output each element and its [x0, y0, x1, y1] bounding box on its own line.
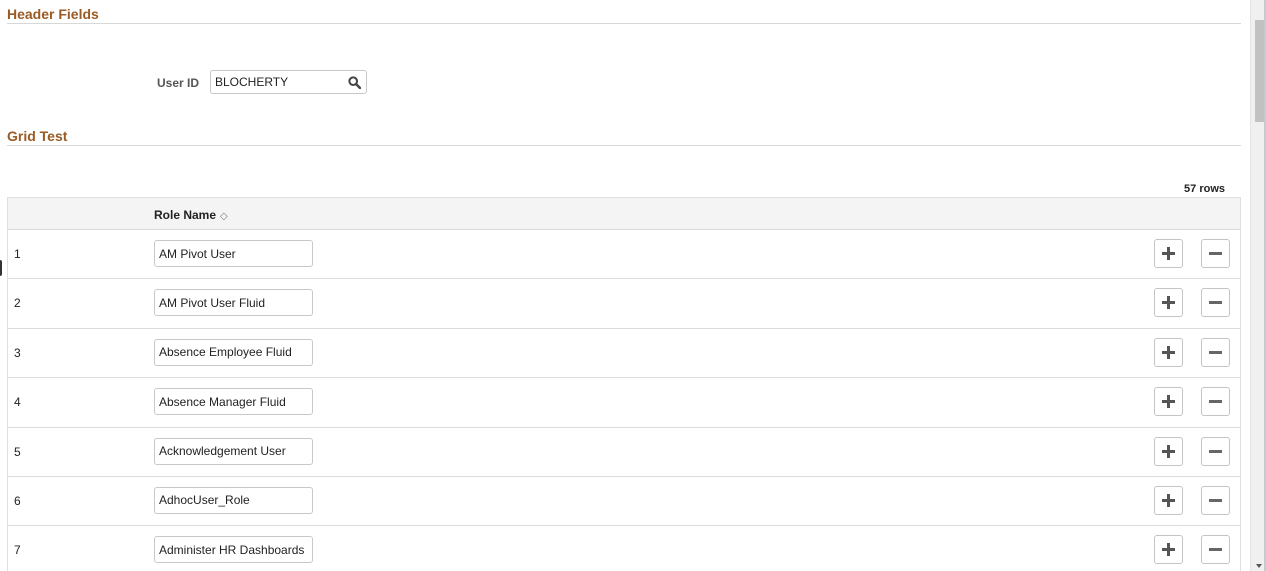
grid-header: Role Name ◇ — [8, 198, 1240, 230]
role-name-input[interactable] — [154, 388, 313, 416]
add-row-button[interactable] — [1154, 387, 1183, 417]
add-row-button[interactable] — [1154, 288, 1183, 318]
row-number: 1 — [14, 247, 21, 261]
section-divider — [7, 23, 1241, 24]
add-row-button[interactable] — [1154, 535, 1183, 565]
row-number: 5 — [14, 444, 21, 459]
row-number: 6 — [14, 493, 21, 508]
role-name-input[interactable] — [154, 338, 313, 366]
add-row-button[interactable] — [1154, 239, 1183, 268]
user-id-input[interactable] — [211, 71, 345, 93]
delete-row-button[interactable] — [1201, 535, 1230, 565]
delete-row-button[interactable] — [1201, 239, 1230, 268]
role-name-input[interactable] — [154, 289, 313, 317]
row-number: 3 — [14, 345, 21, 360]
role-grid: Role Name◇ 1 2 3 — [7, 197, 1241, 571]
add-row-button[interactable] — [1154, 485, 1183, 515]
row-number: 2 — [14, 296, 21, 311]
delete-row-button[interactable] — [1201, 485, 1230, 515]
role-name-input[interactable] — [154, 486, 313, 514]
user-id-label: User ID — [157, 76, 200, 90]
column-header-label: Role Name — [154, 208, 217, 222]
vertical-scrollbar[interactable] — [1250, 0, 1266, 571]
table-row: 7 — [8, 526, 1240, 571]
delete-row-button[interactable] — [1201, 436, 1230, 466]
scroll-down-arrow-icon[interactable] — [1256, 564, 1262, 568]
user-id-field — [210, 70, 367, 94]
section-title-grid-test: Grid Test — [7, 128, 68, 144]
row-count: 57 rows — [1184, 183, 1225, 195]
table-row: 6 — [8, 477, 1240, 527]
delete-row-button[interactable] — [1201, 288, 1230, 318]
add-row-button[interactable] — [1154, 337, 1183, 367]
table-row: 5 — [8, 428, 1240, 477]
section-divider — [7, 145, 1241, 146]
left-edge-handle[interactable] — [0, 260, 2, 276]
scrollbar-thumb[interactable] — [1255, 20, 1264, 122]
search-icon[interactable] — [348, 76, 362, 90]
row-number: 7 — [14, 543, 21, 558]
page: Header Fields User ID Grid Test 57 rows … — [0, 0, 1250, 571]
section-title-header-fields: Header Fields — [7, 6, 99, 22]
table-row: 4 — [8, 378, 1240, 428]
sort-updown-icon[interactable]: ◇ — [220, 211, 228, 222]
delete-row-button[interactable] — [1201, 337, 1230, 367]
table-row: 1 — [8, 230, 1240, 280]
role-name-input[interactable] — [154, 240, 313, 267]
role-name-input[interactable] — [154, 437, 313, 465]
row-number: 4 — [14, 395, 21, 410]
add-row-button[interactable] — [1154, 436, 1183, 466]
column-header-role-name[interactable]: Role Name ◇ — [154, 208, 228, 222]
table-row: 2 — [8, 279, 1240, 329]
delete-row-button[interactable] — [1201, 387, 1230, 417]
role-name-input[interactable] — [154, 536, 313, 564]
grid-body: 1 2 3 — [8, 230, 1240, 571]
table-row: 3 — [8, 329, 1240, 379]
